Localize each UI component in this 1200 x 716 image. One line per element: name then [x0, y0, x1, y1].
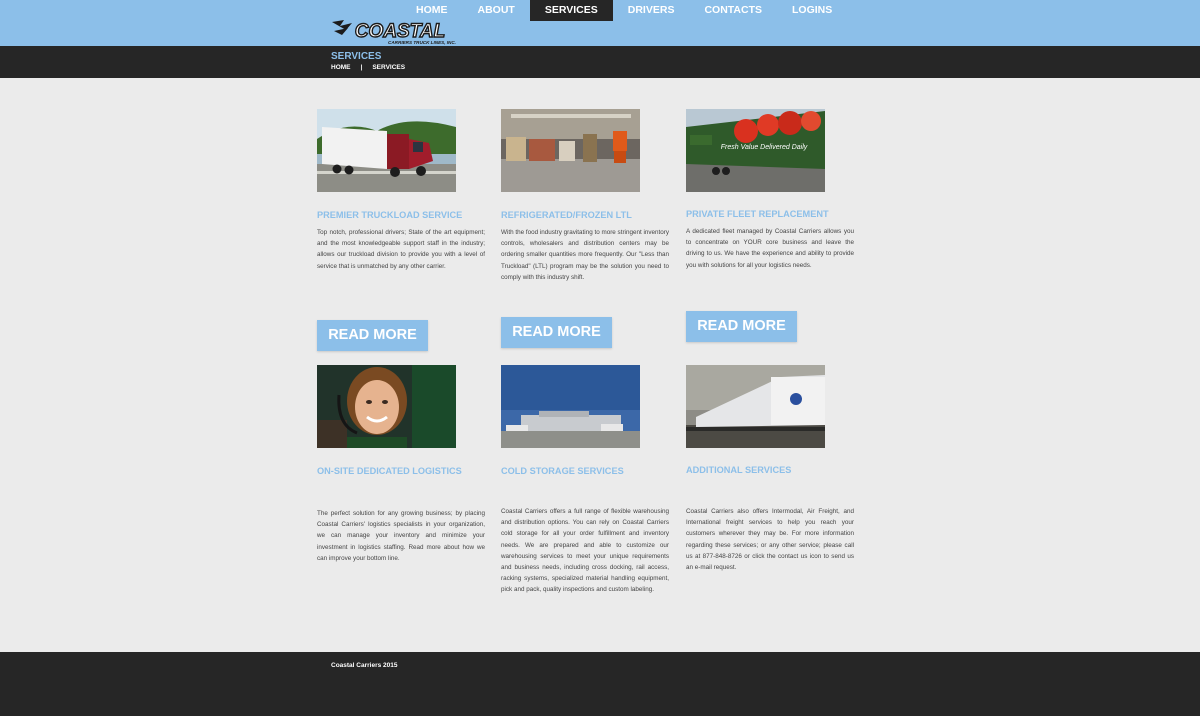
footer: Coastal Carriers 2015 — [0, 652, 1200, 716]
copyright-text: Coastal Carriers 2015 — [331, 662, 398, 669]
svg-text:Fresh Value Delivered Daily: Fresh Value Delivered Daily — [721, 144, 808, 151]
main-nav: HOME ABOUT SERVICES DRIVERS CONTACTS LOG… — [400, 0, 847, 21]
cold-storage-building-photo — [501, 365, 640, 448]
page-title: SERVICES — [331, 51, 382, 62]
read-more-button[interactable]: READ MORE — [686, 311, 797, 342]
service-heading[interactable]: PREMIER TRUCKLOAD SERVICE — [317, 210, 462, 220]
svg-text:CARRIERS TRUCK LINES, INC.: CARRIERS TRUCK LINES, INC. — [388, 40, 456, 45]
nav-contacts[interactable]: CONTACTS — [689, 0, 777, 21]
read-more-button[interactable]: READ MORE — [501, 317, 612, 348]
svg-text:COASTAL: COASTAL — [355, 21, 445, 42]
intermodal-rail-photo — [686, 365, 825, 448]
breadcrumb-separator: | — [360, 64, 363, 71]
service-description: Coastal Carriers also offers Intermodal,… — [686, 508, 854, 572]
service-heading[interactable]: ON-SITE DEDICATED LOGISTICS — [317, 466, 462, 476]
nav-drivers[interactable]: DRIVERS — [613, 0, 690, 21]
service-heading[interactable]: PRIVATE FLEET REPLACEMENT — [686, 209, 829, 219]
coastal-logo[interactable]: COASTAL CARRIERS TRUCK LINES, INC. — [330, 18, 464, 46]
service-heading[interactable]: COLD STORAGE SERVICES — [501, 466, 624, 476]
nav-services[interactable]: SERVICES — [529, 0, 613, 21]
service-card-cold-storage: COLD STORAGE SERVICES Coastal Carriers o… — [501, 365, 673, 615]
nav-about[interactable]: ABOUT — [463, 0, 530, 21]
nav-home[interactable]: HOME — [401, 0, 463, 21]
fleet-trailer-photo: Fresh Value Delivered Daily — [686, 109, 825, 192]
service-description: Coastal Carriers offers a full range of … — [501, 508, 669, 594]
warehouse-photo — [501, 109, 640, 192]
service-card-onsite-logistics: ON-SITE DEDICATED LOGISTICS The perfect … — [317, 365, 489, 605]
top-header: COASTAL CARRIERS TRUCK LINES, INC. HOME … — [0, 0, 1200, 46]
breadcrumb-home[interactable]: HOME — [331, 64, 351, 71]
read-more-button[interactable]: READ MORE — [317, 320, 428, 351]
service-card-additional: ADDITIONAL SERVICES Coastal Carriers als… — [686, 365, 858, 605]
service-heading[interactable]: REFRIGERATED/FROZEN LTL — [501, 210, 632, 220]
breadcrumb: HOME | SERVICES — [331, 64, 405, 71]
service-card-refrigerated: REFRIGERATED/FROZEN LTL With the food in… — [501, 109, 673, 359]
service-description: The perfect solution for any growing bus… — [317, 510, 485, 562]
nav-logins[interactable]: LOGINS — [777, 0, 847, 21]
service-heading[interactable]: ADDITIONAL SERVICES — [686, 465, 791, 475]
service-description: Top notch, professional drivers; State o… — [317, 229, 485, 270]
breadcrumb-current: SERVICES — [372, 64, 406, 71]
service-description: With the food industry gravitating to mo… — [501, 229, 669, 281]
service-description: A dedicated fleet managed by Coastal Car… — [686, 228, 854, 269]
truck-photo — [317, 109, 456, 192]
service-card-private-fleet: Fresh Value Delivered Daily PRIVATE FLEE… — [686, 109, 858, 359]
sub-header: SERVICES HOME | SERVICES — [0, 46, 1200, 78]
service-card-truckload: PREMIER TRUCKLOAD SERVICE Top notch, pro… — [317, 109, 489, 359]
logistics-agent-photo — [317, 365, 456, 448]
